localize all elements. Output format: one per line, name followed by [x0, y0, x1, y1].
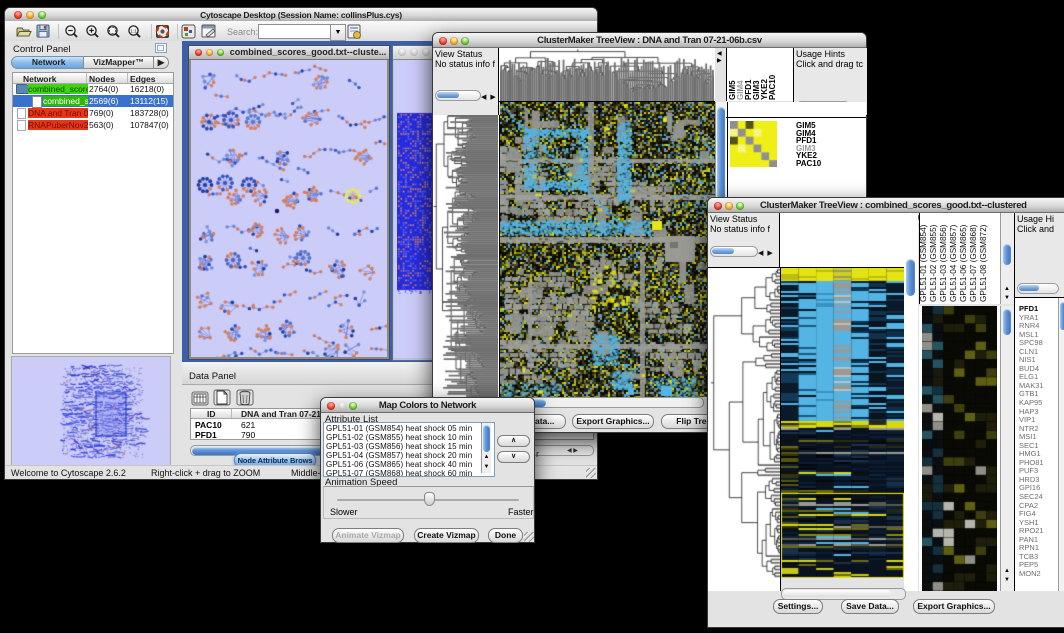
svg-text:GPL51-02 (GSM855): GPL51-02 (GSM855)	[929, 224, 938, 302]
svg-text:PAC10: PAC10	[768, 74, 777, 100]
svg-text:GPL51-01 (GSM854): GPL51-01 (GSM854)	[920, 224, 928, 302]
svg-text:GPL51-08 (GSM872): GPL51-08 (GSM872)	[979, 224, 988, 302]
svg-text:GPL51-07 (GSM868): GPL51-07 (GSM868)	[969, 224, 978, 302]
svg-text:GPL51-03 (GSM856): GPL51-03 (GSM856)	[939, 224, 948, 302]
svg-text:1:1: 1:1	[130, 28, 137, 33]
svg-text:GPL51-04 (GSM857): GPL51-04 (GSM857)	[949, 224, 958, 302]
svg-text:GPL51-06 (GSM865): GPL51-06 (GSM865)	[959, 224, 968, 302]
